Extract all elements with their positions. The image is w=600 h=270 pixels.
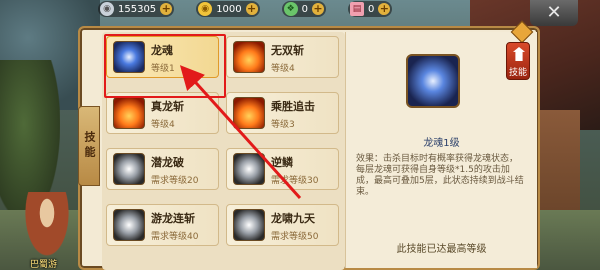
silver-value: 155305 [118, 3, 157, 15]
npc-name-label: 巴蜀游 [30, 260, 58, 270]
skill-name: 逆鳞 [271, 156, 293, 169]
ticket-icon: ▤ [350, 2, 365, 16]
skill-level: 需求等级50 [271, 232, 319, 242]
add-silver-button[interactable]: + [160, 3, 173, 15]
white-scale-icon [233, 153, 265, 185]
add-ticket-button[interactable]: + [378, 3, 391, 15]
side-tab-skills[interactable]: 技能 [78, 106, 100, 186]
skill-level: 需求等级30 [271, 176, 319, 186]
skill-slot-nilin[interactable]: 逆鳞 需求等级30 [226, 148, 339, 190]
skill-level: 等级1 [151, 64, 175, 74]
skill-name: 无双斩 [271, 44, 304, 57]
skill-name: 乘胜追击 [271, 100, 315, 113]
skill-name: 龙啸九天 [271, 212, 315, 225]
white-swirl-icon [113, 153, 145, 185]
skill-slot-youlonglianzhan[interactable]: 游龙连斩 需求等级40 [106, 204, 219, 246]
skill-level: 等级3 [271, 120, 295, 130]
detail-sword-icon [406, 54, 460, 108]
fire-dragon-icon [113, 97, 145, 129]
skill-name: 真龙斩 [151, 100, 184, 113]
skill-slot-longhun[interactable]: 龙魂 等级1 [106, 36, 219, 78]
silver-counter: ◉ 155305 + [98, 1, 175, 17]
detail-title: 龙魂1级 [423, 138, 460, 149]
resource-bar: ◉ 155305 + ◉ 1000 + ❖ 0 + ▤ 0 + [98, 0, 393, 18]
gold-coin-icon: ◉ [198, 2, 213, 16]
skill-grid: 龙魂 等级1 无双斩 等级4 真龙斩 等级4 乘胜追击 等级3 潜龙破 需求等级… [102, 32, 345, 270]
white-slash-icon [113, 209, 145, 241]
tab-skills-label: 技能 [508, 68, 527, 78]
blue-sword-icon [113, 41, 145, 73]
gold-value: 1000 [216, 3, 242, 15]
skill-slot-qianlongpo[interactable]: 潜龙破 需求等级20 [106, 148, 219, 190]
skill-slot-zhenlongzhan[interactable]: 真龙斩 等级4 [106, 92, 219, 134]
ticket-value: 0 [368, 3, 375, 15]
fire-burst-icon [233, 97, 265, 129]
detail-max-level-text: 此技能已达最高等级 [396, 244, 487, 255]
close-button[interactable]: ✕ [530, 0, 578, 26]
add-gold-button[interactable]: + [245, 3, 258, 15]
detail-description: 效果：击杀目标时有概率获得龙魂状态，每层龙魂可获得自身等级*1.5的攻击加成，最… [356, 154, 524, 197]
skill-level: 需求等级40 [151, 232, 199, 242]
skill-level: 等级4 [151, 120, 175, 130]
jade-counter: ❖ 0 + [281, 1, 327, 17]
fire-slash-icon [233, 41, 265, 73]
white-roar-icon [233, 209, 265, 241]
skill-slot-chengshengzhuiji[interactable]: 乘胜追击 等级3 [226, 92, 339, 134]
npc-character[interactable] [22, 192, 72, 262]
skill-name: 游龙连斩 [151, 212, 195, 225]
silver-coin-icon: ◉ [100, 2, 114, 16]
tab-skills[interactable]: 技能 [506, 42, 530, 80]
skill-level: 等级4 [271, 64, 295, 74]
skill-slot-wushuangzhan[interactable]: 无双斩 等级4 [226, 36, 339, 78]
skill-name: 潜龙破 [151, 156, 184, 169]
jade-icon: ❖ [283, 2, 298, 16]
gold-counter: ◉ 1000 + [196, 1, 260, 17]
skill-slot-longxiaojiutian[interactable]: 龙啸九天 需求等级50 [226, 204, 339, 246]
pagoda-icon [513, 47, 525, 61]
add-jade-button[interactable]: + [312, 3, 325, 15]
jade-value: 0 [301, 3, 309, 15]
ticket-counter: ▤ 0 + [348, 1, 393, 17]
skill-level: 需求等级20 [151, 176, 199, 186]
skill-name: 龙魂 [151, 44, 173, 57]
